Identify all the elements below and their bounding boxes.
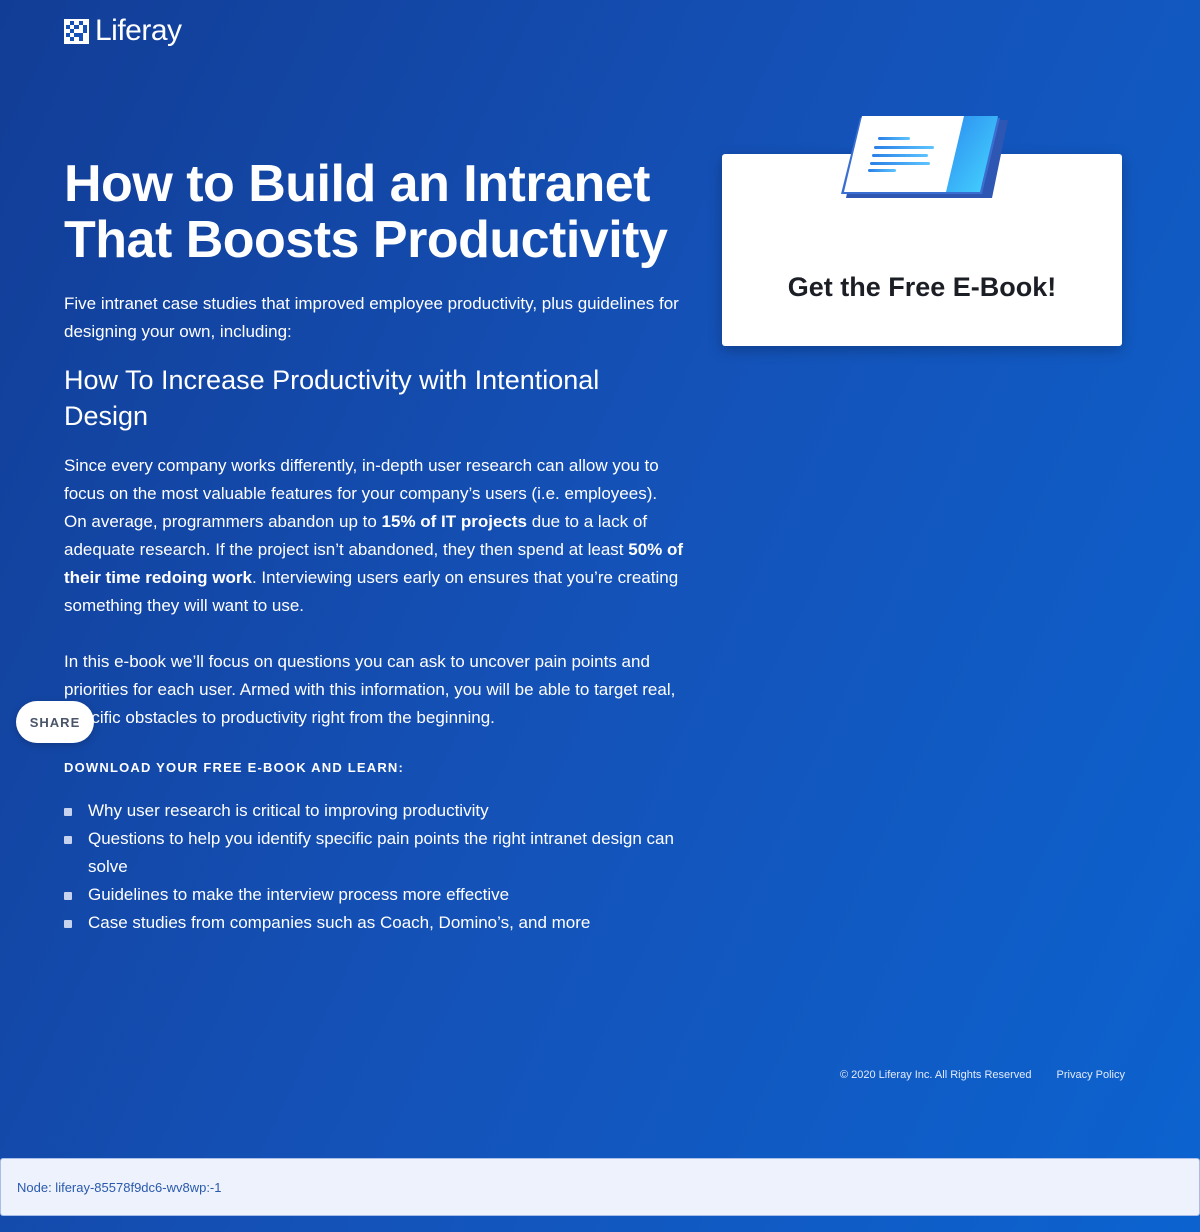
footer: © 2020 Liferay Inc. All Rights Reserved … [840, 1069, 1125, 1081]
ebook-paragraph: In this e-book we’ll focus on questions … [64, 652, 676, 727]
list-item: Questions to help you identify specific … [64, 825, 684, 881]
hero-content: How to Build an Intranet That Boosts Pro… [64, 156, 684, 937]
privacy-policy-link[interactable]: Privacy Policy [1057, 1069, 1125, 1081]
ebook-icon [841, 116, 1008, 198]
list-item: Why user research is critical to improvi… [64, 797, 684, 825]
intro-text: Five intranet case studies that improved… [64, 294, 679, 341]
share-button[interactable]: SHARE [16, 701, 94, 743]
logo-wordmark: Liferay [95, 14, 182, 47]
node-text: Node: liferay-85578f9dc6-wv8wp:-1 [17, 1179, 222, 1195]
node-info-bar: Node: liferay-85578f9dc6-wv8wp:-1 [0, 1158, 1200, 1216]
list-item: Guidelines to make the interview process… [64, 881, 684, 909]
research-paragraph: Since every company works differently, i… [64, 452, 684, 620]
learn-list: Why user research is critical to improvi… [64, 797, 684, 937]
stat-it-projects: 15% of IT projects [381, 512, 528, 531]
card-title: Get the Free E-Book! [787, 272, 1057, 302]
liferay-logo-icon [64, 18, 89, 44]
section-subheading: How To Increase Productivity with Intent… [64, 365, 600, 431]
list-item: Case studies from companies such as Coac… [64, 909, 684, 937]
page-title: How to Build an Intranet That Boosts Pro… [64, 155, 668, 269]
liferay-logo[interactable]: Liferay [64, 14, 182, 48]
copyright-text: © 2020 Liferay Inc. All Rights Reserved [839, 1069, 1032, 1081]
list-label: DOWNLOAD YOUR FREE E-BOOK AND LEARN: [64, 760, 405, 775]
